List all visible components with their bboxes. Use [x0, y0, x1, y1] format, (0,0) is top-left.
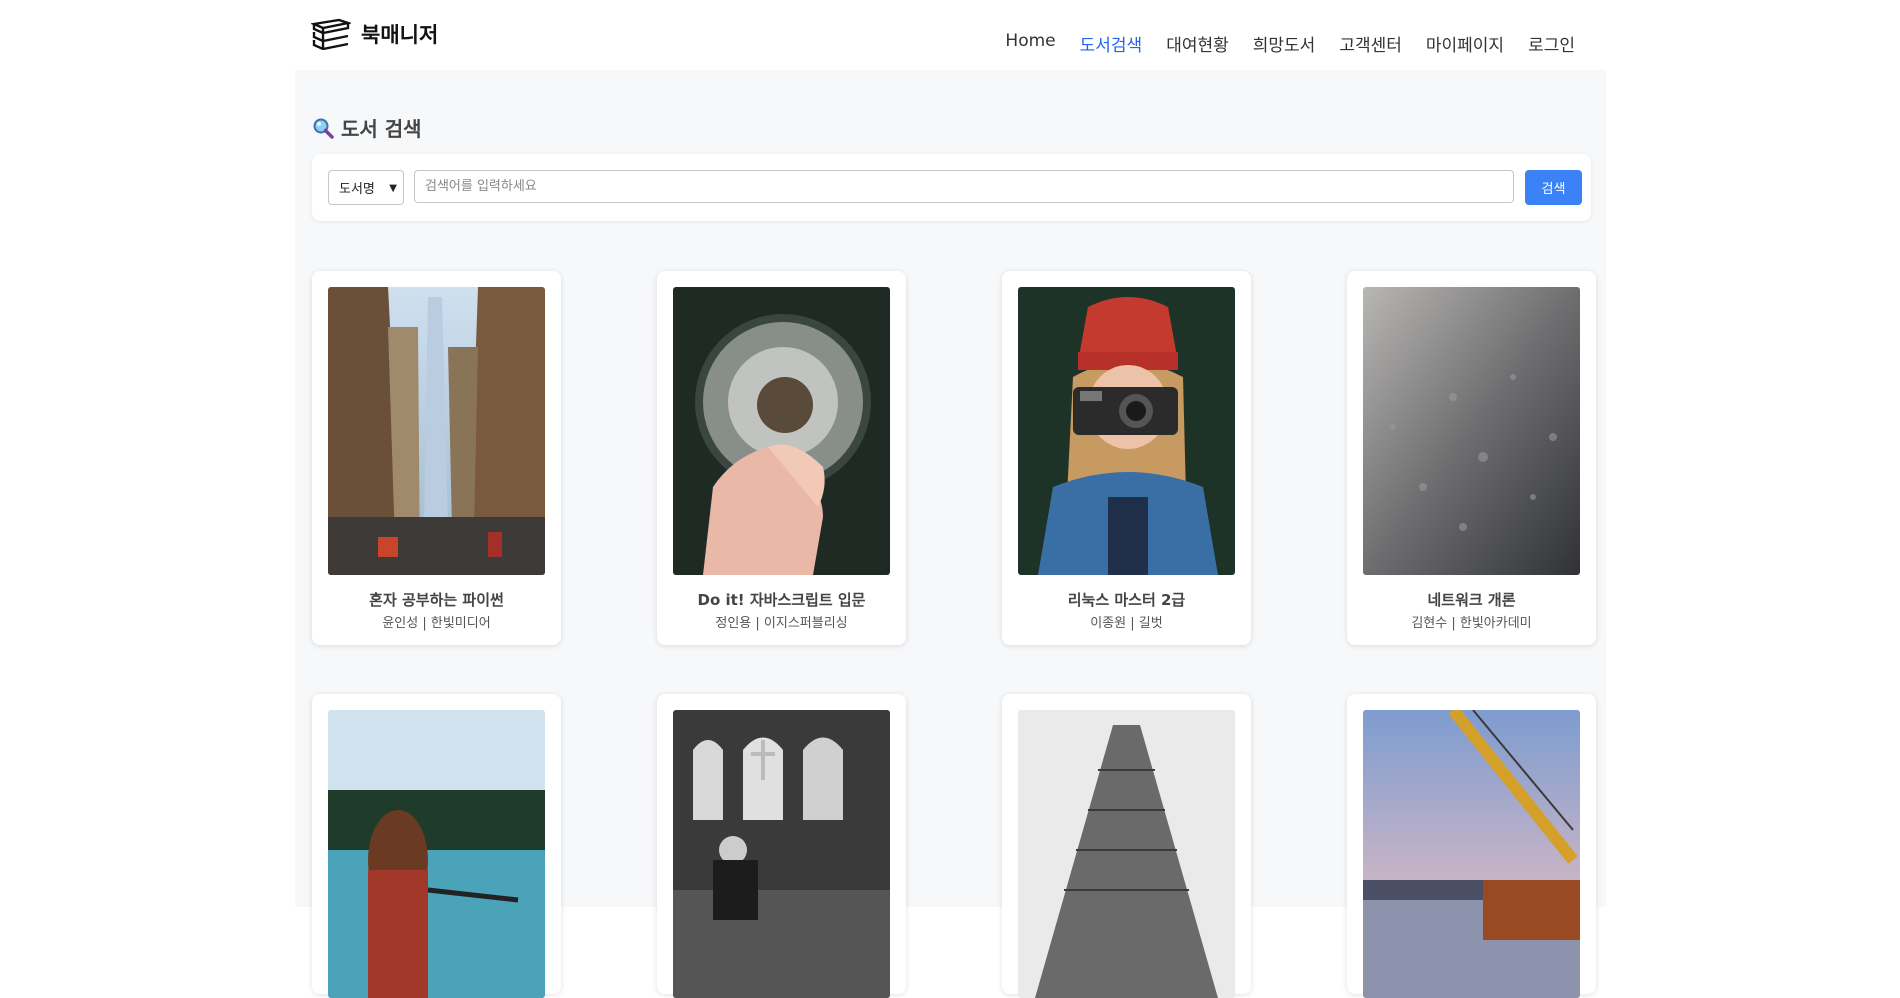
book-cover-image [1018, 287, 1235, 575]
book-cover-image [673, 710, 890, 998]
book-card[interactable] [312, 694, 561, 998]
books-icon [311, 18, 351, 50]
book-meta: 정인용 | 이지스퍼블리싱 [715, 616, 848, 631]
book-cover-image [673, 287, 890, 575]
magnifier-icon [313, 118, 334, 139]
site-header: 북매니저 Home 도서검색 대여현황 희망도서 고객센터 마이페이지 로그인 [0, 0, 1900, 70]
search-type-value: 도서명 [339, 182, 375, 197]
nav-wish-books[interactable]: 희망도서 [1253, 31, 1316, 56]
book-cover-image [1363, 287, 1580, 575]
page-title: 도서 검색 [312, 113, 422, 142]
book-card[interactable] [1347, 694, 1596, 998]
book-card[interactable]: 네트워크 개론 김현수 | 한빛아카데미 [1347, 271, 1596, 645]
book-card[interactable]: 혼자 공부하는 파이썬 윤인성 | 한빛미디어 [312, 271, 561, 645]
book-title: Do it! 자바스크립트 입문 [697, 591, 866, 609]
book-card[interactable]: Do it! 자바스크립트 입문 정인용 | 이지스퍼블리싱 [657, 271, 906, 645]
search-button[interactable]: 검색 [1525, 170, 1582, 205]
nav-customer-center[interactable]: 고객센터 [1339, 31, 1402, 56]
book-cover-image [328, 710, 545, 998]
brand-name: 북매니저 [361, 23, 439, 47]
book-meta: 윤인성 | 한빛미디어 [382, 616, 491, 631]
book-title: 리눅스 마스터 2급 [1067, 591, 1186, 609]
book-cover-image [1363, 710, 1580, 998]
nav-login[interactable]: 로그인 [1528, 31, 1575, 56]
page-title-text: 도서 검색 [341, 117, 422, 141]
book-card[interactable] [1002, 694, 1251, 998]
chevron-down-icon: ▼ [389, 183, 397, 194]
nav-book-search[interactable]: 도서검색 [1080, 31, 1143, 56]
nav-rental-status[interactable]: 대여현황 [1166, 31, 1229, 56]
nav-home[interactable]: Home [1005, 31, 1055, 56]
search-panel: 도서명 ▼ 검색 [312, 154, 1591, 221]
nav-my-page[interactable]: 마이페이지 [1426, 31, 1504, 56]
book-meta: 이종원 | 길벗 [1090, 616, 1163, 631]
book-meta: 김현수 | 한빛아카데미 [1411, 616, 1532, 631]
book-card[interactable] [657, 694, 906, 998]
brand-logo[interactable]: 북매니저 [311, 18, 438, 50]
book-title: 혼자 공부하는 파이썬 [369, 591, 504, 609]
search-type-select[interactable]: 도서명 ▼ [328, 170, 404, 205]
main-nav: Home 도서검색 대여현황 희망도서 고객센터 마이페이지 로그인 [1005, 31, 1575, 56]
book-cover-image [328, 287, 545, 575]
search-input[interactable] [414, 170, 1514, 203]
book-cover-image [1018, 710, 1235, 998]
book-card[interactable]: 리눅스 마스터 2급 이종원 | 길벗 [1002, 271, 1251, 645]
book-title: 네트워크 개론 [1427, 591, 1516, 609]
